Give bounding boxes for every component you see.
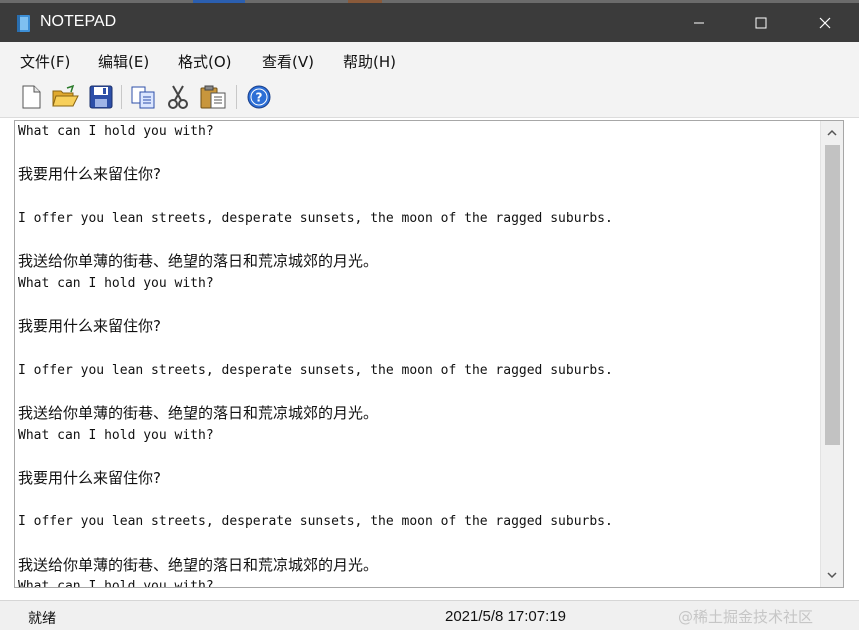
menu-view[interactable]: 查看(V) — [262, 51, 314, 72]
cut-button[interactable] — [163, 82, 193, 112]
notepad-app-icon — [17, 15, 30, 32]
maximize-icon — [755, 17, 767, 28]
scroll-down-button[interactable] — [821, 564, 843, 586]
cut-icon — [168, 85, 188, 109]
text-line — [18, 446, 818, 468]
text-line — [18, 490, 818, 512]
text-line: What can I hold you with? — [18, 427, 214, 443]
new-file-icon — [22, 85, 41, 109]
chevron-up-icon — [827, 129, 837, 136]
text-line: What can I hold you with? — [18, 275, 214, 291]
watermark-text: @稀土掘金技术社区 — [678, 608, 814, 626]
close-button[interactable] — [794, 3, 856, 42]
copy-button[interactable] — [128, 82, 158, 112]
menu-bar: 文件(F) 编辑(E) 格式(O) 查看(V) 帮助(H) — [0, 42, 859, 78]
toolbar-separator — [121, 85, 122, 109]
save-icon — [89, 85, 113, 109]
toolbar-separator — [236, 85, 237, 109]
paste-button[interactable] — [198, 82, 228, 112]
text-editor[interactable]: What can I hold you with? 我要用什么来留住你? I off… — [14, 120, 844, 588]
text-line: I offer you lean streets, desperate suns… — [18, 210, 613, 226]
save-button[interactable] — [86, 82, 116, 112]
text-line — [18, 143, 818, 165]
text-line — [18, 186, 818, 208]
text-line: What can I hold you with? — [18, 579, 214, 587]
text-line — [18, 381, 818, 403]
text-line: 我要用什么来留住你? — [18, 469, 161, 487]
scroll-up-button[interactable] — [821, 122, 843, 144]
open-folder-icon — [52, 84, 79, 107]
text-line — [18, 295, 818, 317]
editor-text-area[interactable]: What can I hold you with? 我要用什么来留住你? I off… — [18, 121, 818, 587]
toolbar: ? — [0, 78, 859, 118]
minimize-icon — [694, 22, 704, 23]
vertical-scrollbar[interactable] — [820, 121, 843, 587]
svg-text:?: ? — [256, 91, 263, 105]
status-datetime: 2021/5/8 17:07:19 — [445, 608, 566, 625]
text-line: 我送给你单薄的街巷、绝望的落日和荒凉城郊的月光。 — [18, 403, 379, 422]
text-line: I offer you lean streets, desperate suns… — [18, 362, 613, 378]
menu-help[interactable]: 帮助(H) — [343, 51, 396, 72]
maximize-button[interactable] — [730, 3, 792, 42]
text-line — [18, 229, 818, 251]
title-bar[interactable]: NOTEPAD — [0, 3, 859, 42]
text-line: I offer you lean streets, desperate suns… — [18, 514, 613, 530]
minimize-button[interactable] — [668, 3, 730, 42]
menu-format[interactable]: 格式(O) — [178, 51, 232, 72]
text-line: What can I hold you with? — [18, 124, 214, 139]
text-line: 我要用什么来留住你? — [18, 317, 161, 336]
status-bar: 就绪 2021/5/8 17:07:19 @稀土掘金技术社区 — [0, 600, 859, 630]
scrollbar-thumb[interactable] — [825, 145, 840, 445]
window-title: NOTEPAD — [40, 13, 117, 30]
help-icon: ? — [247, 85, 271, 109]
help-button[interactable]: ? — [244, 82, 274, 112]
menu-edit[interactable]: 编辑(E) — [98, 51, 149, 72]
text-line: 我送给你单薄的街巷、绝望的落日和荒凉城郊的月光。 — [18, 555, 379, 574]
text-line — [18, 533, 818, 555]
text-line: 我要用什么来留住你? — [18, 165, 161, 184]
text-line — [18, 338, 818, 360]
chevron-down-icon — [827, 572, 837, 579]
paste-icon — [200, 85, 226, 109]
open-file-button[interactable] — [50, 82, 80, 112]
new-file-button[interactable] — [16, 82, 46, 112]
text-line: 我送给你单薄的街巷、绝望的落日和荒凉城郊的月光。 — [18, 252, 379, 271]
close-icon — [819, 17, 831, 28]
menu-file[interactable]: 文件(F) — [20, 51, 70, 72]
status-text: 就绪 — [28, 611, 56, 627]
copy-icon — [131, 86, 155, 109]
